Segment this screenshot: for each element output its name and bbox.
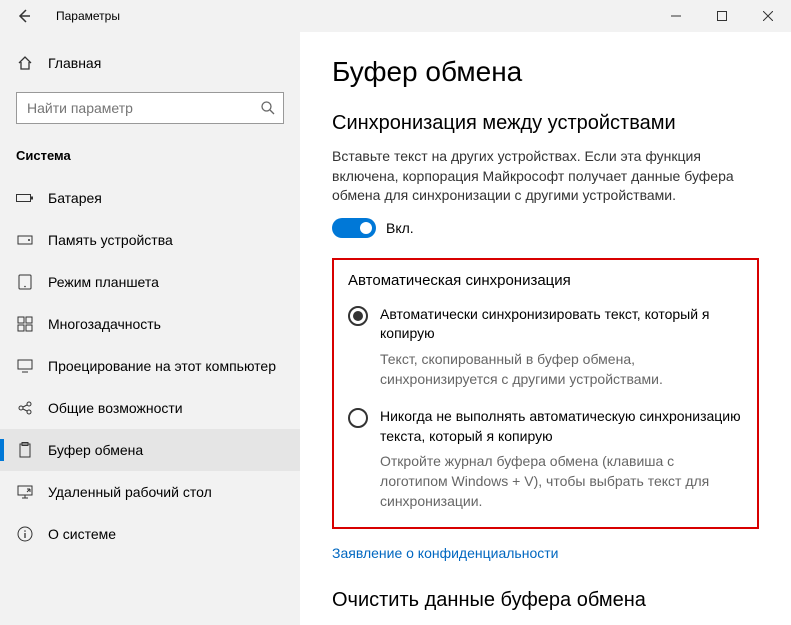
radio-icon: [348, 306, 368, 326]
radio-label: Автоматически синхронизировать текст, ко…: [380, 305, 743, 344]
nav-label: Проецирование на этот компьютер: [48, 358, 276, 374]
privacy-link[interactable]: Заявление о конфиденциальности: [332, 545, 558, 561]
search-icon: [260, 100, 276, 116]
sync-toggle-label: Вкл.: [386, 220, 414, 236]
home-icon: [16, 54, 34, 72]
tablet-icon: [16, 273, 34, 291]
sync-heading: Синхронизация между устройствами: [332, 112, 759, 135]
search-input[interactable]: [16, 92, 284, 124]
nav-item-remote[interactable]: Удаленный рабочий стол: [0, 471, 300, 513]
multitask-icon: [16, 315, 34, 333]
minimize-button[interactable]: [653, 0, 699, 32]
sync-description: Вставьте текст на других устройствах. Ес…: [332, 147, 752, 206]
radio-desc: Текст, скопированный в буфер обмена, син…: [380, 350, 743, 389]
nav-item-clipboard[interactable]: Буфер обмена: [0, 429, 300, 471]
close-button[interactable]: [745, 0, 791, 32]
nav-label: Батарея: [48, 190, 102, 206]
back-button[interactable]: [0, 0, 48, 32]
window-title: Параметры: [48, 9, 120, 23]
auto-sync-heading: Автоматическая синхронизация: [348, 272, 743, 289]
nav-label: Буфер обмена: [48, 442, 143, 458]
nav-item-battery[interactable]: Батарея: [0, 177, 300, 219]
category-header: Система: [0, 140, 300, 177]
radio-option-auto[interactable]: Автоматически синхронизировать текст, ко…: [348, 305, 743, 344]
nav-item-multitask[interactable]: Многозадачность: [0, 303, 300, 345]
clipboard-icon: [16, 441, 34, 459]
radio-icon: [348, 408, 368, 428]
nav-label: Многозадачность: [48, 316, 161, 332]
battery-icon: [16, 189, 34, 207]
nav-item-about[interactable]: О системе: [0, 513, 300, 555]
nav-label: Режим планшета: [48, 274, 159, 290]
nav-label: Общие возможности: [48, 400, 183, 416]
nav-item-projecting[interactable]: Проецирование на этот компьютер: [0, 345, 300, 387]
storage-icon: [16, 231, 34, 249]
info-icon: [16, 525, 34, 543]
nav-home[interactable]: Главная: [0, 44, 300, 82]
nav-item-shared[interactable]: Общие возможности: [0, 387, 300, 429]
auto-sync-section: Автоматическая синхронизация Автоматичес…: [332, 258, 759, 529]
nav-item-storage[interactable]: Память устройства: [0, 219, 300, 261]
sync-toggle[interactable]: [332, 218, 376, 238]
radio-option-never[interactable]: Никогда не выполнять автоматическую синх…: [348, 407, 743, 446]
page-title: Буфер обмена: [332, 56, 759, 88]
nav-item-tablet[interactable]: Режим планшета: [0, 261, 300, 303]
main-content: Буфер обмена Синхронизация между устройс…: [300, 32, 791, 625]
clear-heading: Очистить данные буфера обмена: [332, 589, 759, 612]
project-icon: [16, 357, 34, 375]
nav-label: Память устройства: [48, 232, 173, 248]
nav-home-label: Главная: [48, 55, 101, 71]
radio-label: Никогда не выполнять автоматическую синх…: [380, 407, 743, 446]
sidebar: Главная Система Батарея Память устройств…: [0, 32, 300, 625]
remote-icon: [16, 483, 34, 501]
maximize-button[interactable]: [699, 0, 745, 32]
nav-label: О системе: [48, 526, 116, 542]
radio-desc: Откройте журнал буфера обмена (клавиша с…: [380, 452, 743, 511]
nav-label: Удаленный рабочий стол: [48, 484, 212, 500]
shared-icon: [16, 399, 34, 417]
